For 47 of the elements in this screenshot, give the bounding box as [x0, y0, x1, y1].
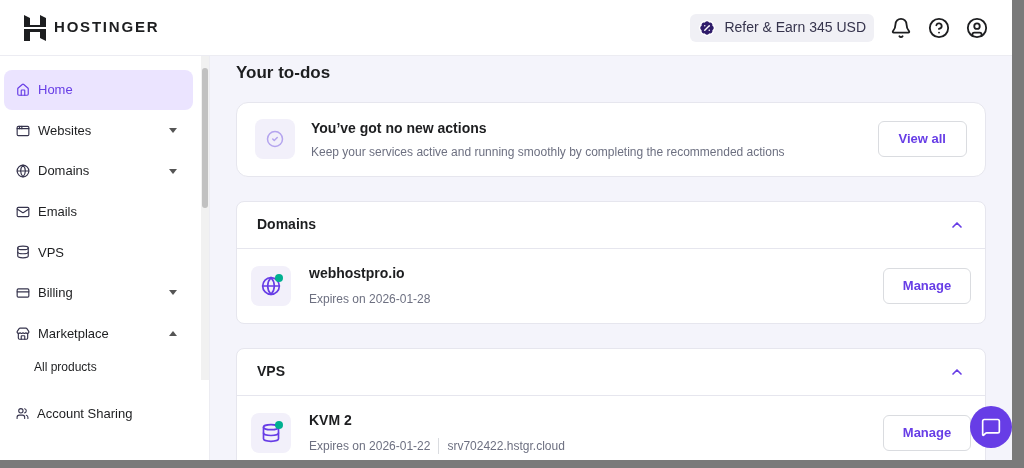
sidebar-item[interactable]: Billing [4, 272, 193, 313]
users-icon [16, 407, 29, 421]
manage-button[interactable]: Manage [883, 267, 971, 304]
check-icon [266, 130, 284, 148]
chat-button[interactable] [970, 406, 1012, 448]
sidebar-item[interactable]: Websites [4, 110, 193, 151]
todo-title: You’ve got no new actions [311, 118, 488, 138]
sidebar-item[interactable]: Domains [4, 151, 193, 192]
account-icon[interactable] [966, 16, 988, 39]
logo-icon [24, 14, 46, 41]
section-header[interactable]: Domains [237, 201, 985, 249]
sidebar-item[interactable]: VPS [4, 232, 193, 273]
discount-badge-icon [698, 18, 717, 37]
caret-down-icon [169, 290, 177, 296]
expiry-date: Expires on 2026-01-22 [309, 438, 431, 455]
hostname: srv702422.hstgr.cloud [447, 438, 565, 455]
mail-icon [16, 204, 30, 219]
sidebar-item[interactable]: Home [4, 70, 193, 110]
scrollbar[interactable] [201, 56, 209, 381]
caret-down-icon [169, 168, 177, 174]
home-icon [16, 83, 30, 97]
globe-icon [261, 275, 281, 296]
chat-icon [981, 417, 1001, 437]
sidebar-subitem[interactable]: All products [34, 358, 97, 377]
window-icon [16, 123, 30, 138]
section-heading: Your to-dos [236, 62, 332, 84]
brand-name: HOSTINGER [54, 17, 160, 38]
referral-button[interactable]: Refer & Earn 345 USD [690, 13, 874, 42]
todo-description: Keep your services active and running smoothly by completing the recommended actions [311, 143, 785, 161]
manage-button[interactable]: Manage [883, 414, 971, 451]
database-icon [16, 245, 30, 260]
caret-up-icon [169, 331, 177, 337]
section-header[interactable]: VPS [237, 348, 985, 396]
sidebar-item[interactable]: Account Sharing [0, 404, 209, 424]
help-icon[interactable] [928, 16, 950, 39]
notification-bell-icon[interactable] [890, 16, 912, 39]
service-name: KVM 2 [309, 411, 353, 430]
card-icon [16, 285, 30, 300]
sidebar-item[interactable]: Emails [4, 191, 193, 232]
sidebar-item[interactable]: Marketplace [4, 313, 193, 354]
database-icon [261, 422, 281, 443]
view-all-button[interactable]: View all [877, 121, 967, 157]
service-name: webhostpro.io [309, 264, 406, 283]
expiry-date: Expires on 2026-01-28 [309, 291, 431, 308]
globe-icon [16, 164, 30, 179]
caret-down-icon [169, 128, 177, 134]
store-icon [16, 326, 30, 341]
